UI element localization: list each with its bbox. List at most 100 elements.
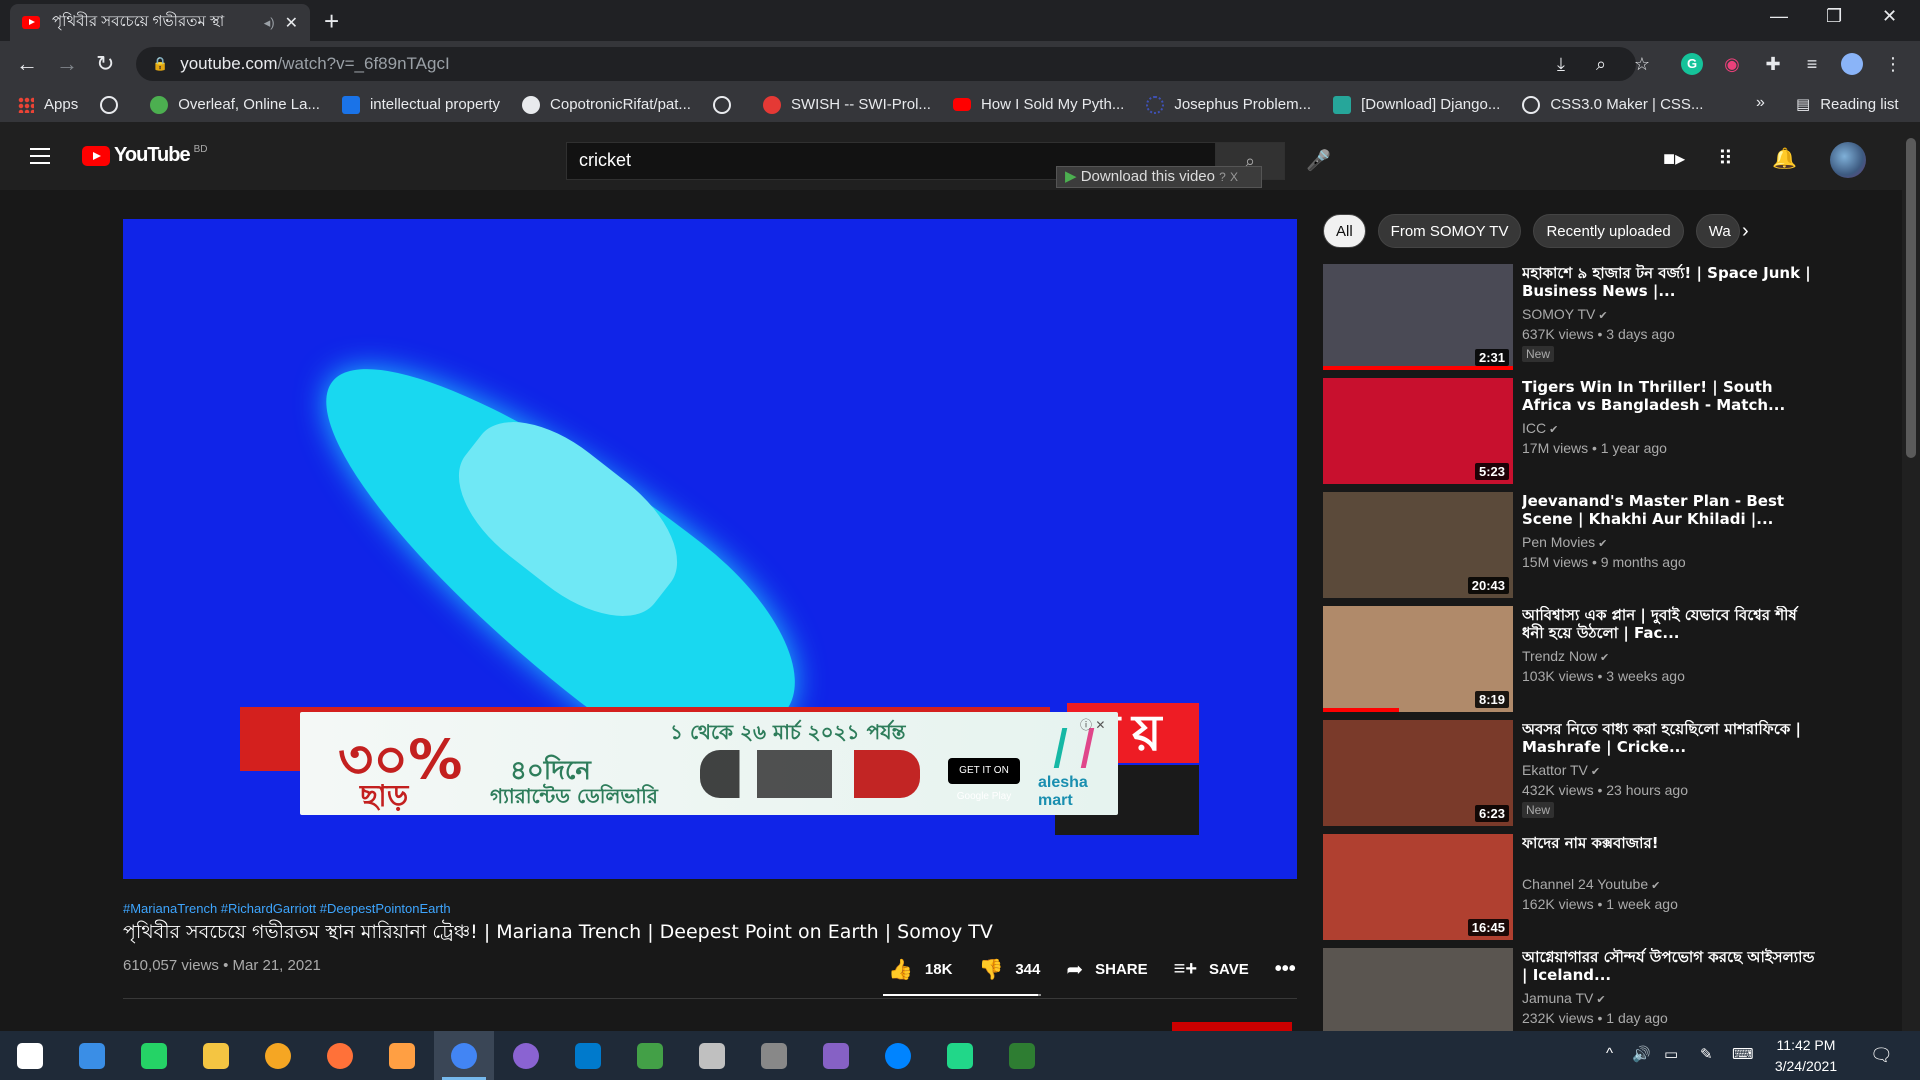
window-close-icon[interactable]: ✕ <box>1882 6 1897 27</box>
apps-grid-icon[interactable]: ⠿ <box>1718 146 1733 171</box>
bookmark-globe-2[interactable] <box>712 95 741 114</box>
menu-hamburger-icon[interactable] <box>30 148 50 164</box>
forward-icon[interactable]: → <box>56 51 78 77</box>
notifications-bell-icon[interactable]: 🔔 <box>1772 146 1797 171</box>
new-tab-icon[interactable]: + <box>324 6 339 37</box>
restore-icon[interactable]: ❐ <box>1826 6 1842 27</box>
video-thumbnail[interactable]: 20:43 <box>1323 492 1513 598</box>
google-play-badge[interactable]: GET IT ON Google Play <box>948 758 1020 802</box>
menu-kebab-icon[interactable]: ⋮ <box>1882 53 1904 75</box>
keyboard-icon[interactable]: ⌨ <box>1732 1045 1754 1063</box>
taskbar-app-satellite[interactable] <box>744 1031 804 1080</box>
chip-watched[interactable]: Wa <box>1695 214 1740 248</box>
network-icon[interactable]: ▭ <box>1664 1045 1678 1063</box>
video-thumbnail[interactable]: 6:23 <box>1323 720 1513 826</box>
extensions-puzzle-icon[interactable]: ✚ <box>1762 53 1784 75</box>
save-button[interactable]: ≡+ SAVE <box>1174 958 1249 981</box>
taskbar-whatsapp[interactable] <box>124 1031 184 1080</box>
taskbar-github[interactable] <box>496 1031 556 1080</box>
audio-playing-icon[interactable]: ◂) <box>264 15 275 31</box>
youtube-logo[interactable]: YouTube BD <box>82 144 207 167</box>
recommendation-title[interactable]: অবসর নিতে বাধ্য করা হয়েছিলো মাশরাফিকে |… <box>1522 720 1822 756</box>
bookmark-josephus[interactable]: Josephus Problem... <box>1146 95 1311 114</box>
system-clock[interactable]: 11:42 PM 3/24/2021 <box>1766 1035 1846 1077</box>
recommendation-channel[interactable]: ICC ✔ <box>1522 420 1558 436</box>
video-thumbnail[interactable] <box>1323 948 1513 1031</box>
recommendation-card[interactable]: 16:45 ফাদের নাম কক্সবাজার! Channel 24 Yout… <box>1323 834 1823 940</box>
taskbar-vscode[interactable] <box>558 1031 618 1080</box>
recommendation-title[interactable]: আবিশ্বাস্য এক প্লান | দুবাই যেভাবে বিশ্ব… <box>1522 606 1822 642</box>
bookmark-github[interactable]: CopotronicRifat/pat... <box>522 95 691 114</box>
zoom-icon[interactable]: ⌕ <box>1590 53 1612 75</box>
recommendation-card[interactable]: 2:31 মহাকাশে ৯ হাজার টন বর্জ্য! | Space J… <box>1323 264 1823 370</box>
taskbar-search[interactable] <box>62 1031 122 1080</box>
ad-close-icon[interactable]: ⓘ ✕ <box>1080 716 1105 733</box>
more-actions-button[interactable]: ••• <box>1275 958 1308 981</box>
chip-from-channel[interactable]: From SOMOY TV <box>1377 214 1522 248</box>
bookmark-swish[interactable]: SWISH -- SWI-Prol... <box>762 95 931 114</box>
overlay-ad[interactable]: ৩০% ছাড় ১ থেকে ২৬ মার্চ ২০২১ পর্যন্ত ৪০… <box>300 712 1118 815</box>
taskbar-app-yellow[interactable] <box>248 1031 308 1080</box>
account-avatar[interactable] <box>1830 142 1866 178</box>
page-scrollbar[interactable] <box>1902 122 1920 1031</box>
tray-chevron-icon[interactable]: ^ <box>1606 1045 1613 1062</box>
install-icon[interactable]: ⤓ <box>1550 53 1572 75</box>
recommendation-channel[interactable]: Trendz Now ✔ <box>1522 648 1609 664</box>
recommendation-title[interactable]: আগ্নেয়াগারর সৌন্দর্য উপভোগ করছে আইসল্যা… <box>1522 948 1822 984</box>
chip-all[interactable]: All <box>1323 214 1366 248</box>
recommendation-card[interactable]: আগ্নেয়াগারর সৌন্দর্য উপভোগ করছে আইসল্যা… <box>1323 948 1823 1031</box>
bookmark-globe[interactable] <box>100 95 128 114</box>
extension-icon[interactable]: ◉ <box>1721 53 1743 75</box>
video-thumbnail[interactable]: 5:23 <box>1323 378 1513 484</box>
microphone-icon[interactable]: 🎤 <box>1306 148 1331 173</box>
recommendation-channel[interactable]: Jamuna TV ✔ <box>1522 990 1606 1006</box>
recommendation-title[interactable]: Jeevanand's Master Plan - Best Scene | K… <box>1522 492 1822 528</box>
profile-avatar[interactable] <box>1841 53 1863 75</box>
lock-icon[interactable]: 🔒 <box>152 56 168 72</box>
bookmark-star-icon[interactable]: ☆ <box>1631 53 1653 75</box>
recommendation-card[interactable]: 8:19 আবিশ্বাস্য এক প্লান | দুবাই যেভাবে ব… <box>1323 606 1823 712</box>
video-thumbnail[interactable]: 16:45 <box>1323 834 1513 940</box>
download-help[interactable]: ? <box>1219 170 1226 184</box>
dislike-button[interactable]: 👎 344 <box>978 957 1040 982</box>
back-icon[interactable]: ← <box>16 51 38 77</box>
download-close[interactable]: X <box>1230 170 1238 184</box>
bookmark-intellectual-property[interactable]: intellectual property <box>341 95 500 114</box>
chip-recently-uploaded[interactable]: Recently uploaded <box>1533 214 1684 248</box>
notifications-icon[interactable]: 🗨 <box>1870 1045 1893 1066</box>
chevron-right-icon[interactable]: › <box>1742 220 1749 243</box>
bookmark-css3[interactable]: CSS3.0 Maker | CSS... <box>1522 95 1703 114</box>
download-video-button[interactable]: ▶ Download this video ? X <box>1056 166 1262 188</box>
taskbar-chrome[interactable] <box>434 1031 494 1080</box>
video-hashtags[interactable]: #MarianaTrench #RichardGarriott #Deepest… <box>123 901 451 916</box>
scrollbar-thumb[interactable] <box>1906 138 1916 458</box>
reload-icon[interactable]: ↻ <box>96 51 114 77</box>
recommendation-channel[interactable]: Channel 24 Youtube ✔ <box>1522 876 1660 892</box>
subscribe-button[interactable] <box>1172 1022 1292 1031</box>
taskbar-start[interactable] <box>0 1031 60 1080</box>
close-tab-icon[interactable]: ✕ <box>285 13 298 33</box>
taskbar-app-orange[interactable] <box>372 1031 432 1080</box>
grammarly-icon[interactable]: G <box>1681 53 1703 75</box>
like-button[interactable]: 👍 18K <box>888 957 952 982</box>
address-bar[interactable]: 🔒 youtube.com/watch?v=_6f89nTAgcI <box>136 47 1636 81</box>
taskbar-visual-studio[interactable] <box>806 1031 866 1080</box>
bookmark-apps[interactable]: Apps <box>18 96 78 113</box>
media-control-icon[interactable]: ≡ <box>1801 53 1823 75</box>
video-player[interactable]: ময় ৩০% ছাড় ১ থেকে ২৬ মার্চ ২০২১ পর্যন্… <box>123 219 1297 879</box>
bookmark-youtube[interactable]: How I Sold My Pyth... <box>952 96 1124 113</box>
pen-icon[interactable]: ✎ <box>1700 1045 1713 1063</box>
taskbar-file-explorer[interactable] <box>186 1031 246 1080</box>
taskbar-app-palette[interactable] <box>682 1031 742 1080</box>
bookmark-overleaf[interactable]: Overleaf, Online La... <box>150 95 320 114</box>
recommendation-card[interactable]: 6:23 অবসর নিতে বাধ্য করা হয়েছিলো মাশরাফি… <box>1323 720 1823 826</box>
reading-list-button[interactable]: ▤ Reading list <box>1796 95 1899 114</box>
taskbar-firefox[interactable] <box>310 1031 370 1080</box>
recommendation-channel[interactable]: Pen Movies ✔ <box>1522 534 1607 550</box>
bookmark-django[interactable]: [Download] Django... <box>1333 95 1500 114</box>
recommendation-title[interactable]: মহাকাশে ৯ হাজার টন বর্জ্য! | Space Junk … <box>1522 264 1822 300</box>
volume-icon[interactable]: 🔊 <box>1632 1045 1651 1063</box>
minimize-icon[interactable]: — <box>1770 6 1788 27</box>
taskbar-app-globe[interactable] <box>620 1031 680 1080</box>
browser-tab-active[interactable]: পৃথিবীর সবচেয়ে গভীরতম স্থা ◂) ✕ <box>10 4 310 41</box>
